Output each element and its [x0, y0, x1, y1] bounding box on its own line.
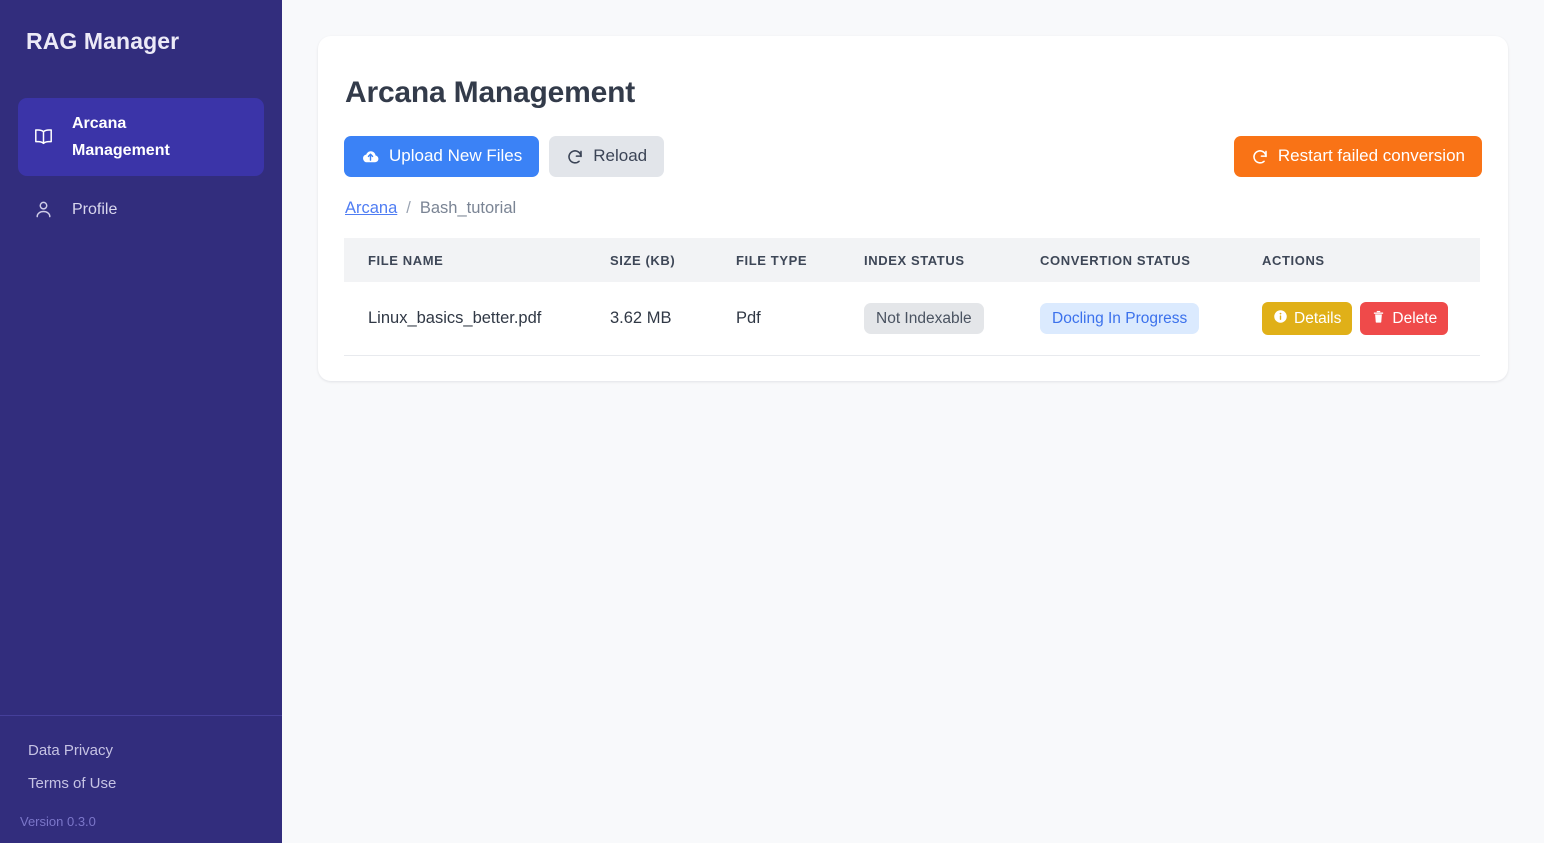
sidebar-footer: Data Privacy Terms of Use Version 0.3.0 — [0, 715, 282, 843]
index-status-badge: Not Indexable — [864, 303, 984, 335]
sidebar-link-data-privacy[interactable]: Data Privacy — [0, 734, 282, 767]
reload-button[interactable]: Reload — [549, 136, 665, 177]
cell-actions: Details Delete — [1252, 282, 1480, 357]
trash-icon — [1371, 309, 1386, 328]
sidebar-nav: Arcana Management Profile — [0, 97, 282, 244]
sidebar: RAG Manager Arcana Management Profile Da… — [0, 0, 282, 843]
restart-failed-conversion-label: Restart failed conversion — [1277, 146, 1465, 166]
cell-index-status: Not Indexable — [854, 282, 1030, 357]
refresh-icon — [566, 148, 584, 166]
cell-file-name: Linux_basics_better.pdf — [344, 282, 600, 357]
app-version-label: Version 0.3.0 — [20, 814, 96, 829]
app-root: RAG Manager Arcana Management Profile Da… — [0, 0, 1544, 843]
arcana-card: Arcana Management Upload New Files Reloa… — [318, 36, 1508, 381]
files-table-wrapper: FILE NAME SIZE (KB) FILE TYPE INDEX STAT… — [344, 238, 1482, 357]
sidebar-link-terms-of-use[interactable]: Terms of Use — [0, 767, 282, 800]
column-header-size: SIZE (KB) — [600, 238, 726, 282]
breadcrumb-current: Bash_tutorial — [419, 199, 517, 217]
files-table-head: FILE NAME SIZE (KB) FILE TYPE INDEX STAT… — [344, 238, 1480, 282]
main-content: Arcana Management Upload New Files Reloa… — [282, 0, 1544, 843]
info-circle-icon — [1273, 309, 1288, 328]
breadcrumb: Arcana / Bash_tutorial — [344, 199, 1482, 218]
breadcrumb-link-arcana[interactable]: Arcana — [345, 199, 397, 218]
restart-failed-conversion-button[interactable]: Restart failed conversion — [1233, 136, 1482, 177]
refresh-icon — [1251, 148, 1269, 166]
delete-button[interactable]: Delete — [1360, 302, 1449, 336]
sidebar-item-label: Profile — [72, 200, 118, 218]
cloud-upload-icon — [361, 147, 380, 166]
upload-new-files-label: Upload New Files — [389, 146, 523, 166]
column-header-file-name: FILE NAME — [344, 238, 600, 282]
book-open-icon — [32, 126, 54, 148]
files-table-body: Linux_basics_better.pdf 3.62 MB Pdf Not … — [344, 282, 1480, 357]
sidebar-item-arcana-management[interactable]: Arcana Management — [18, 97, 264, 176]
sidebar-item-profile[interactable]: Profile — [18, 184, 264, 235]
column-header-conversion-status: CONVERTION STATUS — [1030, 238, 1252, 282]
table-header-row: FILE NAME SIZE (KB) FILE TYPE INDEX STAT… — [344, 238, 1480, 282]
app-brand-title: RAG Manager — [26, 28, 180, 54]
cell-size: 3.62 MB — [600, 282, 726, 357]
breadcrumb-separator: / — [406, 199, 411, 217]
table-row: Linux_basics_better.pdf 3.62 MB Pdf Not … — [344, 282, 1480, 357]
upload-new-files-button[interactable]: Upload New Files — [344, 136, 540, 177]
column-header-file-type: FILE TYPE — [726, 238, 854, 282]
toolbar: Upload New Files Reload Restart failed c… — [344, 136, 1482, 177]
details-button[interactable]: Details — [1262, 302, 1353, 336]
conversion-status-badge: Docling In Progress — [1040, 303, 1200, 335]
files-table: FILE NAME SIZE (KB) FILE TYPE INDEX STAT… — [344, 238, 1480, 357]
page-title: Arcana Management — [345, 76, 636, 109]
column-header-actions: ACTIONS — [1252, 238, 1480, 282]
delete-label: Delete — [1392, 310, 1438, 327]
cell-file-type: Pdf — [726, 282, 854, 357]
cell-conversion-status: Docling In Progress — [1030, 282, 1252, 357]
sidebar-item-label: Arcana Management — [72, 114, 170, 159]
row-action-group: Details Delete — [1262, 302, 1470, 336]
details-label: Details — [1294, 310, 1342, 327]
user-icon — [32, 199, 54, 221]
column-header-index-status: INDEX STATUS — [854, 238, 1030, 282]
reload-label: Reload — [593, 146, 648, 166]
